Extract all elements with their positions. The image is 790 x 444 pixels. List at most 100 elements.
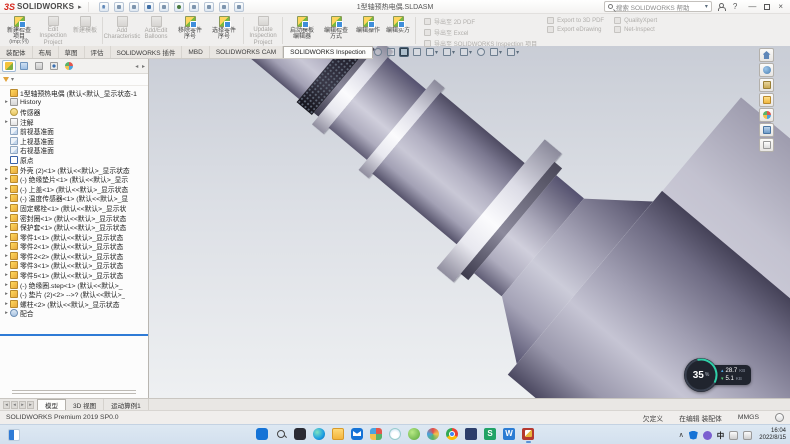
taskbar-green-app-button[interactable] <box>408 428 420 443</box>
tab-MBD[interactable]: MBD <box>182 46 209 58</box>
tree-expand-icon[interactable]: ▸ <box>3 224 10 230</box>
tab-SOLIDWORKS 插件[interactable]: SOLIDWORKS 插件 <box>111 46 183 58</box>
tree-expand-icon[interactable]: ▸ <box>3 195 10 201</box>
view-orientation-dropdown-icon[interactable]: ▾ <box>435 49 438 56</box>
edit-appearance-button[interactable] <box>476 47 486 57</box>
select-arrow-icon[interactable] <box>189 2 199 12</box>
tab-布局[interactable]: 布局 <box>33 46 59 58</box>
tree-expand-icon[interactable]: ▸ <box>3 282 10 288</box>
ribbon-button-edit-operation[interactable]: 编辑操作 <box>353 15 383 46</box>
tree-item[interactable]: ▸(-) 绝缘圈.step<1> (默认<<默认>_ <box>0 280 148 290</box>
tree-item[interactable]: 右视基准面 <box>0 146 148 156</box>
tree-expand-icon[interactable]: ▸ <box>3 99 10 105</box>
tree-expand-icon[interactable]: ▸ <box>3 176 10 182</box>
display-style-dropdown-icon[interactable]: ▾ <box>452 49 455 56</box>
clock[interactable]: 16:04 2022/8/15 <box>759 428 786 443</box>
ime-indicator[interactable]: 中 <box>717 430 725 441</box>
tray-app-icon[interactable] <box>703 431 712 440</box>
new-document-icon[interactable] <box>114 2 124 12</box>
tree-item[interactable]: ▸密封圈<1> (默认<<默认>_显示状态 <box>0 213 148 223</box>
ribbon-button-edit-measurement[interactable]: 编辑实方 <box>383 15 413 46</box>
view-tab-3D 视图[interactable]: 3D 视图 <box>66 399 104 410</box>
model-shaft-column[interactable] <box>190 46 790 398</box>
search-dropdown-icon[interactable]: ▾ <box>705 3 708 10</box>
search-input[interactable]: 搜索 SOLIDWORKS 帮助 ▾ <box>604 1 712 12</box>
taskbar-edge-button[interactable] <box>313 428 325 443</box>
display-pane-icon[interactable] <box>219 2 229 12</box>
taskbar-search-button[interactable] <box>275 428 287 443</box>
tree-item[interactable]: ▸零件2<2> (默认<<默认>_显示状态 <box>0 251 148 261</box>
section-view-button[interactable] <box>399 47 409 57</box>
tree-expand-icon[interactable]: ▸ <box>3 310 10 316</box>
taskbar-solidworks-button[interactable] <box>522 428 534 443</box>
print-icon[interactable] <box>159 2 169 12</box>
hide-show-items-dropdown-icon[interactable]: ▾ <box>469 49 472 56</box>
restore-button[interactable] <box>764 4 770 10</box>
tab-装配体[interactable]: 装配体 <box>0 46 33 58</box>
tree-item[interactable]: ▸零件1<1> (默认<<默认>_显示状态 <box>0 232 148 242</box>
view-tab-模型[interactable]: 模型 <box>37 399 66 410</box>
graphics-area[interactable]: 装配体布局草图评估SOLIDWORKS 插件MBDSOLIDWORKS CAMS… <box>0 46 790 398</box>
taskbar-app-w-button[interactable]: W <box>503 428 515 443</box>
view-orientation-button[interactable]: ▾ <box>425 47 439 57</box>
save-icon[interactable] <box>144 2 154 12</box>
close-button[interactable]: × <box>775 2 786 11</box>
minimize-button[interactable]: — <box>745 2 759 11</box>
view-settings-button[interactable]: ▾ <box>506 47 520 57</box>
security-shield-icon[interactable] <box>689 431 698 440</box>
panel-tab-configuration-manager[interactable] <box>32 60 46 72</box>
taskpane-view-palette-button[interactable] <box>759 108 774 122</box>
taskbar-start-button[interactable] <box>256 428 268 443</box>
open-document-icon[interactable] <box>129 2 139 12</box>
dynamic-annotation-button[interactable] <box>412 47 422 57</box>
panel-resize-handle[interactable] <box>12 388 136 396</box>
tree-item[interactable]: ▸(-) 垫片 (2)<2> -->? (默认<<默认>_ <box>0 289 148 299</box>
display-style-button[interactable]: ▾ <box>442 47 456 57</box>
solidworks-logo[interactable]: 3S SOLIDWORKS ▸ <box>4 2 89 12</box>
tree-expand-icon[interactable]: ▸ <box>3 215 10 221</box>
taskpane-custom-properties-button[interactable] <box>759 138 774 152</box>
taskbar-file-explorer-button[interactable] <box>332 428 344 443</box>
tree-item[interactable]: 前视基准面 <box>0 126 148 136</box>
hardware-icon[interactable] <box>729 431 738 440</box>
tree-item[interactable]: 上视基准面 <box>0 136 148 146</box>
tray-chevron-icon[interactable]: ∧ <box>679 431 684 439</box>
taskbar-chrome-button[interactable] <box>446 428 458 443</box>
panel-tab-property-manager[interactable] <box>17 60 31 72</box>
tab-草图[interactable]: 草图 <box>59 46 85 58</box>
taskbar-app-s-button[interactable]: S <box>484 428 496 443</box>
tree-item[interactable]: ▸外壳 (2)<1> (默认<<默认>_显示状态 <box>0 165 148 175</box>
performance-monitor-widget[interactable]: 35 % ▴ 28.7 KB ▾ 5.1 KB <box>684 358 751 392</box>
status-tag-icon[interactable] <box>775 413 784 422</box>
volume-icon[interactable] <box>743 431 752 440</box>
taskpane-solidworks-resources-button[interactable] <box>759 63 774 77</box>
scroll-next-icon[interactable]: ▸ <box>19 401 26 409</box>
rebuild-icon[interactable] <box>204 2 214 12</box>
tree-item[interactable]: 原点 <box>0 155 148 165</box>
scroll-first-icon[interactable]: ◂ <box>3 401 10 409</box>
taskbar-browser-360-button[interactable] <box>427 428 439 443</box>
tree-item[interactable]: ▸零件5<1> (默认<<默认>_显示状态 <box>0 270 148 280</box>
tree-expand-icon[interactable]: ▸ <box>3 243 10 249</box>
tree-item[interactable]: 1型轴预热电偶 (默认<默认_显示状态-1 <box>0 88 148 98</box>
tree-item[interactable]: ▸(-) 温度传感器<1> (默认<<默认>_显 <box>0 194 148 204</box>
tree-expand-icon[interactable]: ▸ <box>3 253 10 259</box>
tree-item[interactable]: ▸History <box>0 98 148 108</box>
taskbar-remote-app-button[interactable] <box>465 428 477 443</box>
taskpane-appearances-button[interactable] <box>759 123 774 137</box>
view-settings-dropdown-icon[interactable]: ▾ <box>516 49 519 56</box>
tree-expand-icon[interactable]: ▸ <box>3 234 10 240</box>
tree-expand-icon[interactable]: ▸ <box>3 301 10 307</box>
tree-expand-icon[interactable]: ▸ <box>3 262 10 268</box>
panel-tab-display-manager[interactable] <box>62 60 76 72</box>
help-button[interactable]: ? <box>730 2 740 11</box>
tree-filter-row[interactable]: ▾ <box>0 74 148 86</box>
ribbon-button-select-balloons[interactable]: 选择零件序号 <box>207 15 241 46</box>
ribbon-button-new-inspection-project[interactable]: 新建检查项目(imp;列) <box>2 15 36 46</box>
zoom-area-button[interactable] <box>373 47 383 57</box>
hide-show-items-button[interactable]: ▾ <box>459 47 473 57</box>
taskpane-file-explorer-button[interactable] <box>759 93 774 107</box>
panel-tab-dimxpert[interactable] <box>47 60 61 72</box>
view-tab-运动算例1[interactable]: 运动算例1 <box>104 399 149 410</box>
tree-item[interactable]: 传感器 <box>0 107 148 117</box>
